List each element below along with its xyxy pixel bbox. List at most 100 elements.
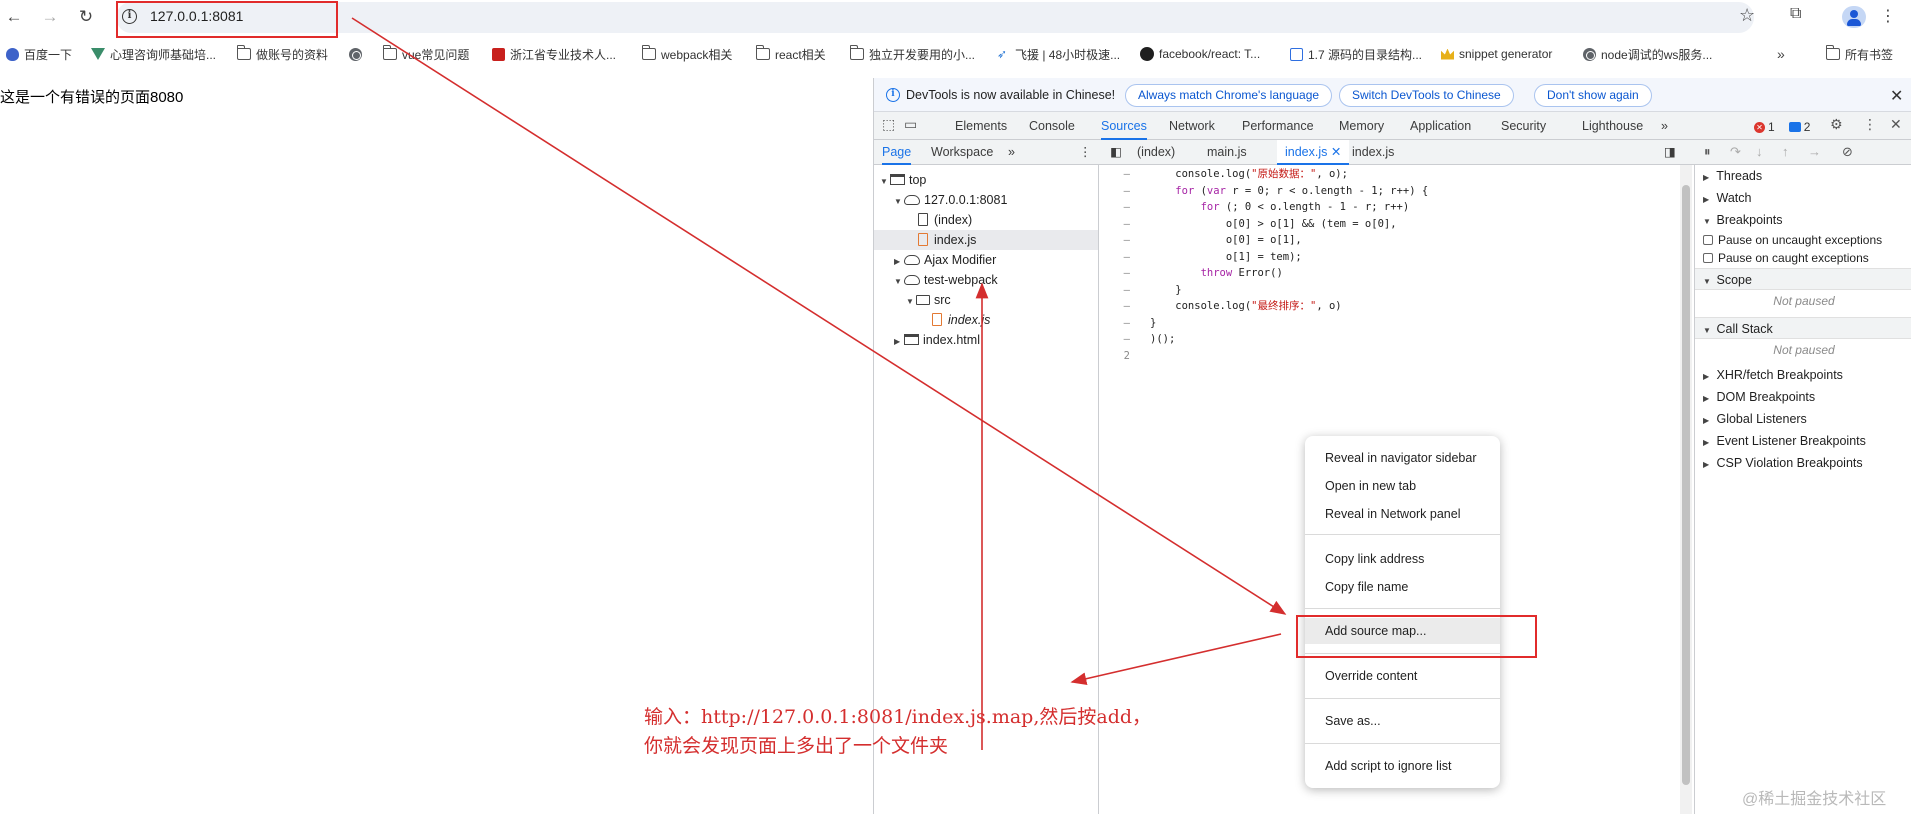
tree-item-ajax-modifier[interactable]: ▶ Ajax Modifier	[874, 250, 1098, 270]
menu-copy-file-name[interactable]: Copy file name	[1305, 574, 1500, 600]
section-csp-breakpoints[interactable]: ▶ CSP Violation Breakpoints	[1695, 452, 1911, 474]
bookmark-item[interactable]: 做账号的资料	[236, 42, 328, 66]
more-tabs-button[interactable]: »	[1661, 112, 1668, 140]
bookmark-item[interactable]	[349, 42, 362, 66]
section-event-listener-breakpoints[interactable]: ▶ Event Listener Breakpoints	[1695, 430, 1911, 452]
message-icon	[1788, 122, 1801, 132]
deactivate-breakpoints-icon[interactable]: ⊘	[1842, 144, 1853, 160]
settings-gear-icon[interactable]: ⚙	[1830, 116, 1843, 133]
bookmark-item[interactable]: facebook/react: T...	[1140, 42, 1260, 66]
menu-reveal-navigator[interactable]: Reveal in navigator sidebar	[1305, 445, 1500, 471]
tree-item-index-html[interactable]: ▶ index.html	[874, 330, 1098, 350]
inspect-element-icon[interactable]: ⬚	[882, 116, 895, 133]
close-devtools-icon[interactable]: ✕	[1890, 116, 1902, 133]
close-icon[interactable]: ✕	[1890, 86, 1903, 106]
navigator-menu-icon[interactable]: ⋮	[1079, 140, 1092, 165]
close-tab-icon[interactable]: ✕	[1331, 145, 1341, 159]
tab-elements[interactable]: Elements	[955, 112, 1007, 140]
file-tab-index[interactable]: (index)	[1137, 140, 1175, 165]
tab-workspace[interactable]: Workspace	[931, 140, 993, 165]
code-line: 2	[1100, 348, 1694, 365]
tree-item-index[interactable]: (index)	[874, 210, 1098, 230]
tree-item-origin[interactable]: ▼ 127.0.0.1:8081	[874, 190, 1098, 210]
section-dom-breakpoints[interactable]: ▶ DOM Breakpoints	[1695, 386, 1911, 408]
chrome-menu-icon[interactable]: ⋮	[1880, 6, 1896, 26]
issues-counter[interactable]: ✕ 1 2	[1754, 120, 1810, 134]
section-call-stack[interactable]: ▼ Call Stack	[1695, 317, 1911, 339]
profile-avatar-icon[interactable]	[1842, 6, 1866, 28]
section-label: Global Listeners	[1716, 412, 1807, 426]
bookmark-item[interactable]: 1.7 源码的目录结构...	[1290, 42, 1422, 66]
switch-chinese-button[interactable]: Switch DevTools to Chinese	[1339, 84, 1514, 107]
toggle-debugger-icon[interactable]: ◨	[1664, 140, 1676, 165]
tab-application[interactable]: Application	[1410, 112, 1471, 140]
section-watch[interactable]: ▶ Watch	[1695, 187, 1911, 209]
match-language-button[interactable]: Always match Chrome's language	[1125, 84, 1333, 107]
bookmark-item[interactable]: ➶ 飞援 | 48小时极速...	[997, 42, 1120, 66]
step-into-icon[interactable]: ↓	[1756, 144, 1763, 159]
bookmark-item[interactable]: 浙江省专业技术人...	[492, 42, 616, 66]
bookmarks-overflow-button[interactable]: »	[1777, 42, 1785, 66]
checkbox-icon[interactable]	[1703, 253, 1713, 263]
all-bookmarks-button[interactable]: 所有书签	[1825, 42, 1893, 66]
tab-memory[interactable]: Memory	[1339, 112, 1384, 140]
step-out-icon[interactable]: ↑	[1782, 144, 1789, 159]
collapsed-triangle-icon: ▶	[1703, 416, 1710, 425]
address-bar[interactable]	[116, 2, 1754, 33]
menu-save-as[interactable]: Save as...	[1305, 708, 1500, 734]
extensions-icon[interactable]: ⧉	[1790, 5, 1801, 23]
tree-item-top[interactable]: ▼ top	[874, 170, 1098, 190]
tab-performance[interactable]: Performance	[1242, 112, 1314, 140]
bookmark-item[interactable]: 独立开发要用的小...	[849, 42, 975, 66]
bookmark-item[interactable]: 百度一下	[6, 42, 72, 66]
section-breakpoints[interactable]: ▼ Breakpoints	[1695, 209, 1911, 231]
tree-item-src[interactable]: ▼ src	[874, 290, 1098, 310]
dont-show-button[interactable]: Don't show again	[1534, 84, 1652, 107]
bookmark-item[interactable]: 心理咨询师基础培...	[91, 42, 216, 66]
file-tab-main-js[interactable]: main.js	[1207, 140, 1247, 165]
editor-scrollbar[interactable]	[1680, 165, 1692, 814]
devtools-menu-icon[interactable]: ⋮	[1863, 116, 1877, 133]
menu-override-content[interactable]: Override content	[1305, 663, 1500, 689]
step-over-icon[interactable]: ↷	[1730, 144, 1741, 160]
menu-copy-link[interactable]: Copy link address	[1305, 546, 1500, 572]
section-global-listeners[interactable]: ▶ Global Listeners	[1695, 408, 1911, 430]
menu-reveal-network[interactable]: Reveal in Network panel	[1305, 501, 1500, 527]
bookmark-star-icon[interactable]: ☆	[1739, 5, 1755, 26]
tree-item-test-webpack[interactable]: ▼ test-webpack	[874, 270, 1098, 290]
section-scope[interactable]: ▼ Scope	[1695, 268, 1911, 290]
toggle-navigator-icon[interactable]: ◧	[1110, 140, 1122, 165]
pause-icon[interactable]: ⏸	[1704, 144, 1711, 160]
file-tab-index-js[interactable]: index.js	[1352, 140, 1394, 165]
tab-network[interactable]: Network	[1169, 112, 1215, 140]
bookmark-item[interactable]: webpack相关	[641, 42, 732, 66]
forward-arrow-icon[interactable]: →	[38, 6, 62, 28]
section-threads[interactable]: ▶ Threads	[1695, 165, 1911, 187]
bookmark-item[interactable]: snippet generator	[1441, 42, 1552, 66]
tab-console[interactable]: Console	[1029, 112, 1075, 140]
menu-ignore-list[interactable]: Add script to ignore list	[1305, 753, 1500, 779]
tab-page[interactable]: Page	[882, 140, 912, 165]
pause-uncaught-checkbox[interactable]: Pause on uncaught exceptions	[1695, 231, 1911, 249]
tab-security[interactable]: Security	[1501, 112, 1546, 140]
bookmark-item[interactable]: vue常见问题	[382, 42, 469, 66]
expanded-triangle-icon: ▼	[906, 297, 914, 306]
step-icon[interactable]: →	[1808, 144, 1821, 159]
device-toolbar-icon[interactable]: ▭	[904, 116, 917, 133]
scrollbar-thumb[interactable]	[1682, 185, 1690, 785]
bookmark-item[interactable]: node调试的ws服务...	[1583, 42, 1712, 66]
more-sub-tabs-button[interactable]: »	[1008, 140, 1015, 165]
reload-icon[interactable]: ↻	[74, 6, 98, 28]
section-xhr-breakpoints[interactable]: ▶ XHR/fetch Breakpoints	[1695, 364, 1911, 386]
tab-lighthouse[interactable]: Lighthouse	[1582, 112, 1643, 140]
file-tab-index-js-active[interactable]: index.js ✕	[1277, 140, 1350, 165]
menu-open-new-tab[interactable]: Open in new tab	[1305, 473, 1500, 499]
bookmark-item[interactable]: react相关	[755, 42, 826, 66]
tab-sources[interactable]: Sources	[1101, 112, 1147, 140]
checkbox-icon[interactable]	[1703, 235, 1713, 245]
back-arrow-icon[interactable]: ←	[2, 6, 26, 28]
tree-item-index-js[interactable]: index.js	[874, 230, 1098, 250]
tree-item-src-index-js[interactable]: index.js	[874, 310, 1098, 330]
pause-caught-checkbox[interactable]: Pause on caught exceptions	[1695, 249, 1911, 267]
